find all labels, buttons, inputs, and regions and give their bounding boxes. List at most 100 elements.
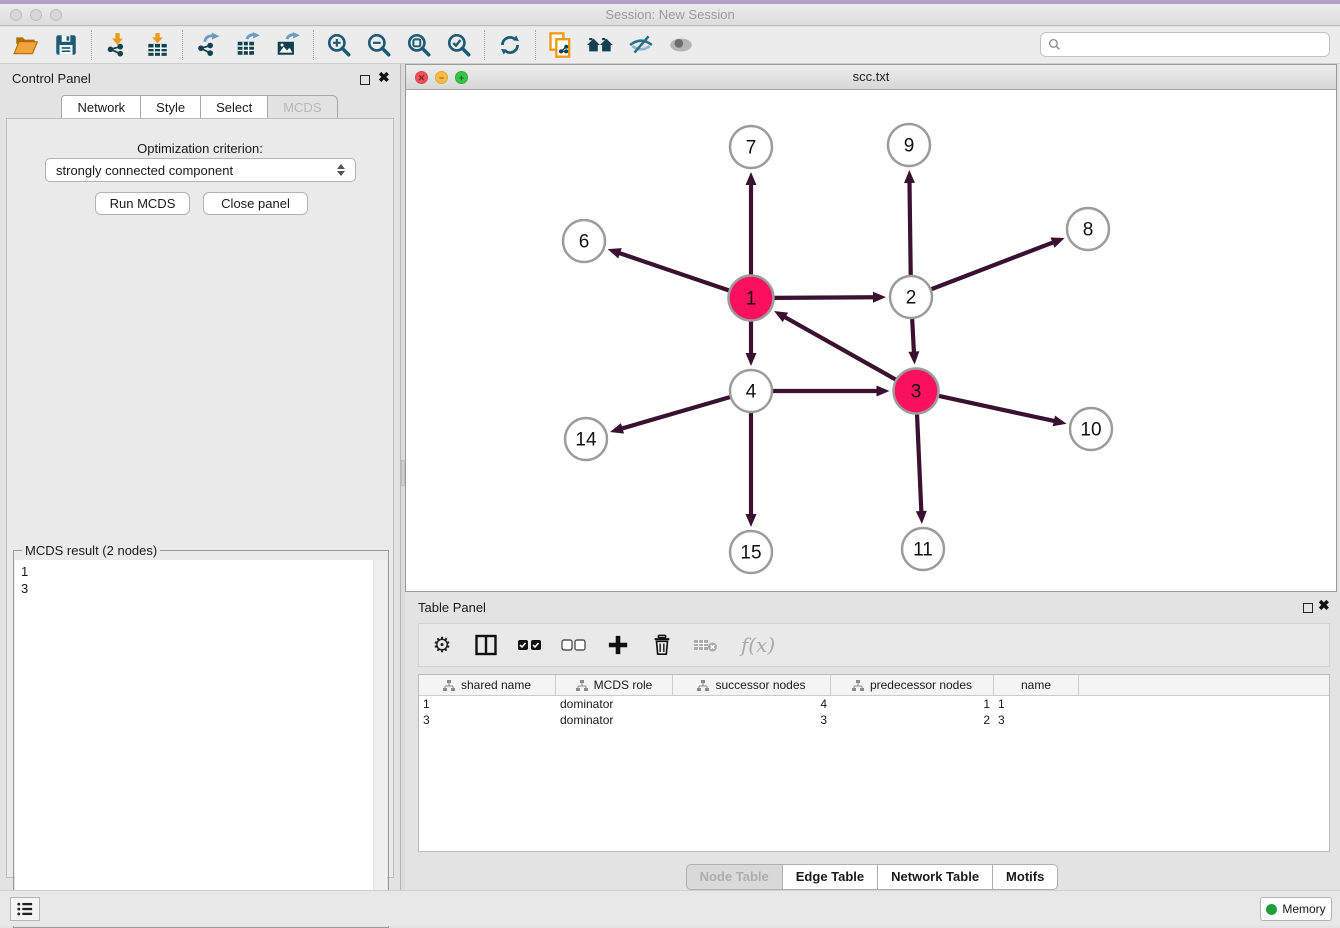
app-titlebar[interactable]: Session: New Session (0, 4, 1340, 26)
mcds-result-list[interactable]: 1 3 (15, 560, 387, 926)
float-panel-icon[interactable] (360, 73, 370, 88)
close-table-panel-icon[interactable]: ✖ (1318, 597, 1330, 614)
first-neighbors-button[interactable] (581, 28, 621, 62)
edge-arrowhead (746, 353, 757, 366)
hierarchy-icon (576, 680, 588, 691)
mcds-panel: Optimization criterion: strongly connect… (6, 118, 394, 878)
table-row[interactable]: 3dominator323 (419, 712, 1329, 728)
graph-edge-2-9[interactable] (909, 181, 910, 275)
zoom-selected-button[interactable] (439, 28, 479, 62)
column-header[interactable]: predecessor nodes (831, 675, 994, 695)
column-header[interactable]: name (994, 675, 1079, 695)
table-cell[interactable]: 4 (673, 696, 831, 712)
table-cell[interactable]: 1 (419, 696, 556, 712)
search-input[interactable] (1066, 35, 1329, 55)
delete-table-button[interactable] (691, 629, 721, 661)
tab-network-table[interactable]: Network Table (877, 864, 993, 890)
network-window-titlebar[interactable]: ✕ − + scc.txt (406, 65, 1336, 90)
export-image-button[interactable] (268, 28, 308, 62)
table-settings-button[interactable]: ⚙ (427, 629, 457, 661)
graph-edge-1-6[interactable] (618, 253, 729, 291)
table-row[interactable]: 1dominator411 (419, 696, 1329, 712)
zoom-selected-icon (446, 32, 472, 58)
function-builder-button[interactable]: f(x) (735, 629, 781, 661)
graph-edge-3-11[interactable] (917, 414, 921, 513)
copy-network-button[interactable] (541, 28, 581, 62)
zoom-in-button[interactable] (319, 28, 359, 62)
zoom-out-button[interactable] (359, 28, 399, 62)
table-tabs: Node Table Edge Table Network Table Moti… (405, 864, 1340, 890)
node-label: 8 (1083, 220, 1094, 241)
table-cell[interactable]: dominator (556, 696, 673, 712)
export-table-button[interactable] (228, 28, 268, 62)
table-cell[interactable]: 3 (994, 712, 1079, 728)
graph-edge-3-10[interactable] (939, 396, 1056, 421)
hide-selected-icon (627, 32, 655, 58)
memory-button[interactable]: Memory (1260, 897, 1332, 921)
node-label: 15 (740, 543, 761, 564)
node-label: 11 (913, 540, 933, 561)
zoom-fit-button[interactable] (399, 28, 439, 62)
network-graph[interactable]: 7968124314101511 (406, 90, 1336, 591)
import-table-button[interactable] (137, 28, 177, 62)
edge-arrowhead (746, 172, 757, 185)
hide-selected-button[interactable] (621, 28, 661, 62)
add-column-button[interactable] (603, 629, 633, 661)
table-cell[interactable]: 3 (673, 712, 831, 728)
graph-edge-2-8[interactable] (932, 242, 1055, 289)
close-panel-icon[interactable]: ✖ (378, 69, 390, 86)
memory-status-icon (1266, 904, 1277, 915)
table-cell[interactable]: 1 (831, 696, 994, 712)
task-history-button[interactable] (10, 897, 40, 921)
tab-motifs[interactable]: Motifs (992, 864, 1058, 890)
mcds-result-box: MCDS result (2 nodes) 1 3 (13, 550, 389, 928)
delete-column-icon (651, 634, 673, 656)
graph-edge-3-1[interactable] (784, 316, 896, 379)
mcds-result-scrollbar[interactable] (373, 560, 387, 926)
refresh-button[interactable] (490, 28, 530, 62)
column-header[interactable]: shared name (419, 675, 556, 695)
control-panel-header: Control Panel ✖ (0, 64, 400, 92)
select-all-icon (517, 637, 543, 653)
delete-column-button[interactable] (647, 629, 677, 661)
tab-edge-table[interactable]: Edge Table (782, 864, 878, 890)
float-table-panel-icon[interactable] (1303, 601, 1313, 616)
table-panel: Table Panel ✖ ⚙ f(x) shared nameMCDS rol… (405, 592, 1340, 890)
function-builder-icon: f(x) (741, 633, 775, 657)
export-network-button[interactable] (188, 28, 228, 62)
graph-edge-2-3[interactable] (912, 319, 914, 354)
import-network-button[interactable] (97, 28, 137, 62)
edge-arrowhead (1053, 416, 1067, 427)
open-session-icon (13, 32, 39, 58)
close-panel-button[interactable]: Close panel (203, 192, 308, 215)
search-field[interactable] (1040, 32, 1330, 57)
node-label: 1 (746, 289, 757, 310)
column-header[interactable]: successor nodes (673, 675, 831, 695)
edge-arrowhead (877, 386, 890, 397)
edge-arrowhead (908, 351, 919, 364)
graph-edge-1-2[interactable] (774, 297, 875, 298)
optimization-criterion-select[interactable]: strongly connected component (45, 158, 356, 182)
copy-network-icon (547, 31, 575, 59)
edge-arrowhead (610, 423, 624, 434)
node-table-body: 1dominator4113dominator323 (419, 696, 1329, 728)
table-cell[interactable]: 1 (994, 696, 1079, 712)
node-table[interactable]: shared nameMCDS rolesuccessor nodesprede… (418, 674, 1330, 852)
table-cell[interactable]: 3 (419, 712, 556, 728)
split-table-button[interactable] (471, 629, 501, 661)
deselect-all-icon (561, 637, 587, 653)
save-session-icon (53, 32, 79, 58)
select-all-columns-button[interactable] (515, 629, 545, 661)
deselect-all-columns-button[interactable] (559, 629, 589, 661)
save-session-button[interactable] (46, 28, 86, 62)
graph-edge-4-14[interactable] (621, 397, 730, 429)
tab-node-table[interactable]: Node Table (686, 864, 783, 890)
run-mcds-button[interactable]: Run MCDS (95, 192, 190, 215)
open-session-button[interactable] (6, 28, 46, 62)
table-cell[interactable]: 2 (831, 712, 994, 728)
split-table-icon (474, 633, 498, 657)
table-cell[interactable]: dominator (556, 712, 673, 728)
edge-arrowhead (904, 170, 915, 183)
column-header[interactable]: MCDS role (556, 675, 673, 695)
show-all-button[interactable] (661, 28, 701, 62)
